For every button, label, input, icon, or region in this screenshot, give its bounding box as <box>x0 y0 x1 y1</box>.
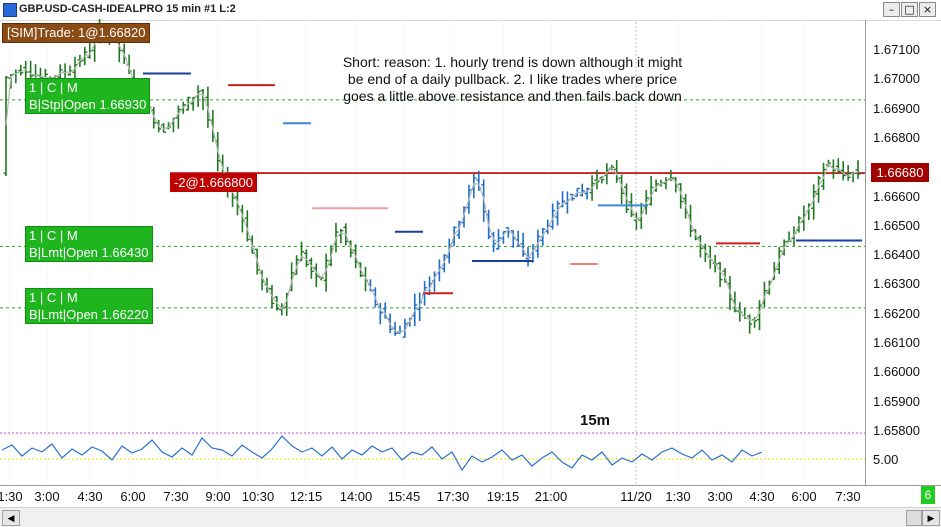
price-tick-label: 1.66200 <box>873 305 920 321</box>
order-qty-row[interactable]: 1 | C | M <box>26 289 152 306</box>
scroll-thumb[interactable] <box>906 510 922 526</box>
time-tick-label: 14:00 <box>339 489 373 504</box>
price-tick-label: 1.65800 <box>873 423 920 438</box>
time-tick-label: 1:30 <box>0 489 23 504</box>
trade-annotation: Short: reason: 1. hourly trend is down a… <box>342 54 683 104</box>
time-tick-label: 7:30 <box>835 489 861 504</box>
time-tick-label: 21:00 <box>534 489 568 504</box>
time-tick-label: 10:30 <box>241 489 275 504</box>
corner-badge: 6 <box>921 486 935 504</box>
time-tick-label: 3:00 <box>34 489 60 504</box>
time-tick-label: 6:00 <box>120 489 146 504</box>
indicator-axis-label: 5.00 <box>873 452 899 467</box>
order-cancel-button[interactable]: C <box>47 228 56 243</box>
time-tick-label: 4:30 <box>77 489 103 504</box>
time-tick-label: 6:00 <box>791 489 817 504</box>
order-stop-1.66930[interactable]: 1 | C | M B|Stp|Open 1.66930 <box>25 78 151 114</box>
order-desc: B|Lmt|Open 1.66430 <box>29 245 149 260</box>
order-desc: B|Lmt|Open 1.66220 <box>29 307 149 322</box>
scroll-right-button[interactable]: ▶ <box>922 510 940 526</box>
order-qty: 1 <box>29 290 37 305</box>
price-tick-label: 1.66000 <box>873 364 920 380</box>
price-tick-label: 1.66500 <box>873 217 920 233</box>
time-tick-label: 12:15 <box>289 489 323 504</box>
price-tick-label: 1.66300 <box>873 276 920 292</box>
price-tick-label: 1.65900 <box>873 393 920 409</box>
order-qty: 1 <box>29 228 37 243</box>
price-tick-label: 1.67000 <box>873 71 920 87</box>
indicator-line <box>1 435 763 472</box>
time-tick-label: 17:30 <box>436 489 470 504</box>
time-tick-label: 19:15 <box>486 489 520 504</box>
time-tick-label: 9:00 <box>205 489 231 504</box>
order-limit-1.66220[interactable]: 1 | C | M B|Lmt|Open 1.66220 <box>25 288 153 324</box>
price-tick-label: 1.66400 <box>873 247 920 263</box>
time-tick-label: 7:30 <box>163 489 189 504</box>
time-tick-label: 11/20 <box>620 489 652 504</box>
scroll-left-button[interactable]: ◀ <box>2 510 20 526</box>
order-modify-button[interactable]: M <box>67 290 78 305</box>
chart-window: GBP.USD-CASH-IDEALPRO 15 min #1 L:2 – □ … <box>0 0 941 527</box>
order-desc: B|Stp|Open 1.66930 <box>29 97 147 112</box>
time-tick-label: 3:00 <box>707 489 733 504</box>
price-tick-label: 1.66600 <box>873 188 920 204</box>
order-qty-row[interactable]: 1 | C | M <box>26 79 149 96</box>
price-tick-label: 1.67100 <box>873 42 920 57</box>
time-tick-label: 15:45 <box>387 489 421 504</box>
price-tick-label: 1.66100 <box>873 335 920 351</box>
last-price-marker: 1.66680 <box>871 163 929 182</box>
time-tick-label: 4:30 <box>749 489 775 504</box>
price-tick-label: 1.66800 <box>873 129 920 145</box>
order-limit-1.66430[interactable]: 1 | C | M B|Lmt|Open 1.66430 <box>25 226 153 262</box>
timeframe-label: 15m <box>580 412 611 429</box>
time-tick-label: 1:30 <box>665 489 691 504</box>
price-tick-label: 1.66900 <box>873 100 920 116</box>
order-cancel-button[interactable]: C <box>47 290 56 305</box>
order-cancel-button[interactable]: C <box>47 80 56 95</box>
horizontal-scrollbar[interactable]: ◀ ▶ <box>0 507 941 527</box>
order-modify-button[interactable]: M <box>67 80 78 95</box>
order-qty: 1 <box>29 80 37 95</box>
position-badge[interactable]: -2@1.666800 <box>170 173 257 192</box>
order-qty-row[interactable]: 1 | C | M <box>26 227 152 244</box>
sim-trade-badge[interactable]: [SIM]Trade: 1@1.66820 <box>2 23 151 43</box>
order-modify-button[interactable]: M <box>67 228 78 243</box>
